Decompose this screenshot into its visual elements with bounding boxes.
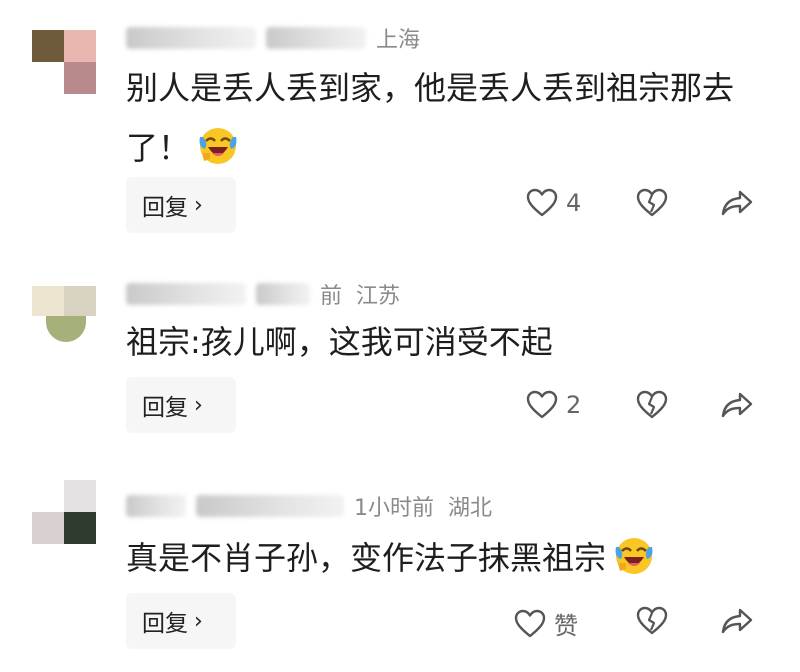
comment-item: 前 江苏 祖宗:孩儿啊，这我可消受不起 回复 › 2 (0, 250, 800, 460)
blurred-time (196, 495, 344, 517)
like-count: 4 (566, 189, 582, 217)
reply-label: 回复 (142, 611, 188, 637)
comment-text: 别人是丢人丢到家，他是丢人丢到祖宗那去了！ (126, 58, 766, 178)
heart-outline-icon (526, 188, 558, 217)
chevron-right-icon: › (194, 192, 203, 218)
comment-location: 上海 (376, 28, 421, 53)
laughing-crying-emoji-icon (199, 128, 237, 164)
dislike-button[interactable] (636, 606, 668, 636)
chevron-right-icon: › (194, 392, 203, 418)
reply-label: 回复 (142, 395, 188, 421)
comment-item: 上海 别人是丢人丢到家，他是丢人丢到祖宗那去了！ 回复 › 4 (0, 0, 800, 250)
like-count: 赞 (554, 612, 578, 640)
comment-time: 1小时前 (354, 496, 434, 521)
share-button[interactable] (720, 188, 754, 218)
dislike-button[interactable] (636, 390, 668, 420)
blurred-time (256, 283, 310, 305)
share-arrow-icon (721, 392, 753, 418)
reply-button[interactable]: 回复 › (126, 177, 236, 233)
comment-location: 江苏 (356, 284, 401, 309)
reply-label: 回复 (142, 195, 188, 221)
heart-outline-icon (514, 609, 546, 637)
comment-text: 祖宗:孩儿啊，这我可消受不起 (126, 312, 766, 372)
avatar[interactable] (32, 30, 96, 94)
dislike-button[interactable] (636, 188, 668, 218)
comment-item: 1小时前 湖北 真是不肖子孙，变作法子抹黑祖宗 回复 › 赞 (0, 460, 800, 672)
laughing-crying-emoji-icon (615, 538, 653, 574)
share-button[interactable] (720, 606, 754, 636)
avatar[interactable] (32, 480, 96, 544)
blurred-time (266, 27, 366, 49)
share-arrow-icon (721, 608, 753, 634)
blurred-username (126, 27, 256, 49)
like-count: 2 (566, 391, 582, 419)
share-button[interactable] (720, 390, 754, 420)
reply-button[interactable]: 回复 › (126, 593, 236, 649)
like-button[interactable]: 2 (526, 390, 581, 420)
broken-heart-icon (636, 606, 668, 635)
share-arrow-icon (721, 190, 753, 216)
reply-button[interactable]: 回复 › (126, 377, 236, 433)
like-button[interactable]: 赞 (514, 606, 578, 641)
avatar[interactable] (32, 280, 96, 344)
chevron-right-icon: › (194, 608, 203, 634)
comment-meta: 1小时前 湖北 (126, 490, 492, 522)
comment-text-content: 祖宗:孩儿啊，这我可消受不起 (126, 323, 553, 361)
blurred-username (126, 283, 246, 305)
like-button[interactable]: 4 (526, 188, 581, 218)
comment-meta: 前 江苏 (126, 278, 400, 310)
comment-location: 湖北 (448, 496, 493, 521)
comment-time: 前 (320, 284, 343, 309)
comment-meta: 上海 (126, 22, 420, 54)
comment-text: 真是不肖子孙，变作法子抹黑祖宗 (126, 528, 766, 588)
blurred-username (126, 495, 186, 517)
comment-text-content: 真是不肖子孙，变作法子抹黑祖宗 (126, 539, 607, 577)
broken-heart-icon (636, 390, 668, 419)
broken-heart-icon (636, 188, 668, 217)
heart-outline-icon (526, 390, 558, 419)
